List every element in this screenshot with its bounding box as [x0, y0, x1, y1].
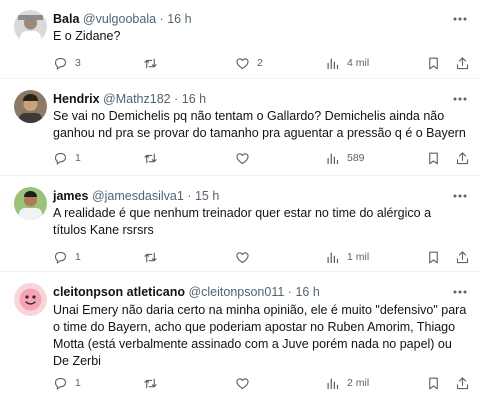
- tweet-text: A realidade é que nenhum treinador quer …: [53, 206, 432, 237]
- share-icon: [456, 376, 469, 389]
- tweet-header: Hendrix @Mathz182 · 16 h: [53, 91, 206, 107]
- retweet-button[interactable]: [143, 55, 165, 71]
- tweet[interactable]: james @jamesdasilva1 · 15 h A realidade …: [0, 177, 481, 272]
- view-count: 1 mil: [347, 251, 370, 263]
- bookmark-icon: [429, 377, 438, 389]
- reply-button[interactable]: 1: [53, 375, 81, 391]
- like-button[interactable]: [235, 150, 257, 166]
- views-icon: [327, 153, 339, 164]
- author-name[interactable]: Hendrix: [53, 92, 100, 106]
- avatar[interactable]: [14, 10, 47, 43]
- reply-icon: [54, 251, 67, 264]
- views-icon: [327, 252, 339, 263]
- view-count: 589: [347, 152, 365, 164]
- timestamp[interactable]: 16 h: [295, 285, 319, 299]
- retweet-button[interactable]: [143, 150, 165, 166]
- reply-icon: [54, 57, 67, 70]
- bookmark-icon: [429, 57, 438, 69]
- avatar[interactable]: [14, 283, 47, 316]
- reply-button[interactable]: 3: [53, 55, 81, 71]
- separator-dot: ·: [159, 12, 164, 26]
- bookmark-icon: [429, 152, 438, 164]
- bookmark-button[interactable]: [426, 375, 441, 391]
- tweet-actions: 1 1 mil: [53, 249, 473, 265]
- reply-icon: [54, 377, 67, 390]
- reply-count: 1: [75, 377, 81, 389]
- tweet-text: Unai Emery não daria certo na minha opin…: [53, 303, 467, 368]
- reply-icon: [54, 152, 67, 165]
- views-button[interactable]: 589: [325, 150, 365, 166]
- more-options-icon[interactable]: [451, 12, 469, 26]
- view-count: 2 mil: [347, 377, 370, 389]
- tweet-text: E o Zidane?: [53, 29, 121, 43]
- author-handle[interactable]: @jamesdasilva1: [92, 189, 184, 203]
- like-button[interactable]: [235, 375, 257, 391]
- retweet-icon: [144, 58, 157, 68]
- tweet-header: james @jamesdasilva1 · 15 h: [53, 188, 219, 204]
- share-button[interactable]: [455, 150, 470, 166]
- author-handle[interactable]: @Mathz182: [103, 92, 171, 106]
- view-count: 4 mil: [347, 57, 370, 69]
- reply-button[interactable]: 1: [53, 150, 81, 166]
- author-name[interactable]: Bala: [53, 12, 79, 26]
- retweet-icon: [144, 153, 157, 163]
- bookmark-button[interactable]: [426, 55, 441, 71]
- separator-dot: ·: [174, 92, 179, 106]
- reply-count: 1: [75, 152, 81, 164]
- views-icon: [327, 378, 339, 389]
- tweet[interactable]: cleitonpson atleticano @cleitonpson011 ·…: [0, 273, 481, 402]
- timestamp[interactable]: 16 h: [167, 12, 191, 26]
- like-button[interactable]: [235, 249, 257, 265]
- bookmark-button[interactable]: [426, 150, 441, 166]
- more-options-icon[interactable]: [451, 285, 469, 299]
- reply-count: 3: [75, 57, 81, 69]
- share-button[interactable]: [455, 55, 470, 71]
- share-button[interactable]: [455, 375, 470, 391]
- author-handle[interactable]: @vulgoobala: [83, 12, 156, 26]
- avatar[interactable]: [14, 90, 47, 123]
- author-name[interactable]: james: [53, 189, 88, 203]
- views-button[interactable]: 4 mil: [325, 55, 369, 71]
- separator-dot: ·: [187, 189, 192, 203]
- author-name[interactable]: cleitonpson atleticano: [53, 285, 185, 299]
- views-button[interactable]: 1 mil: [325, 249, 369, 265]
- tweet-actions: 3 2 4 mil: [53, 55, 473, 71]
- heart-icon: [236, 152, 249, 164]
- tweet[interactable]: Hendrix @Mathz182 · 16 h Se vai no Demic…: [0, 80, 481, 176]
- share-icon: [456, 151, 469, 164]
- views-icon: [327, 58, 339, 69]
- author-handle[interactable]: @cleitonpson011: [188, 285, 284, 299]
- tweet[interactable]: Bala @vulgoobala · 16 h E o Zidane? 3 2 …: [0, 0, 481, 79]
- heart-icon: [236, 251, 249, 263]
- share-icon: [456, 250, 469, 263]
- retweet-icon: [144, 378, 157, 388]
- timestamp[interactable]: 15 h: [195, 189, 219, 203]
- tweet-text: Se vai no Demichelis pq não tentam o Gal…: [53, 109, 466, 140]
- share-icon: [456, 56, 469, 69]
- timestamp[interactable]: 16 h: [182, 92, 206, 106]
- heart-icon: [236, 377, 249, 389]
- separator-dot: ·: [287, 285, 292, 299]
- bookmark-button[interactable]: [426, 249, 441, 265]
- tweet-header: cleitonpson atleticano @cleitonpson011 ·…: [53, 284, 320, 300]
- more-options-icon[interactable]: [451, 189, 469, 203]
- avatar[interactable]: [14, 187, 47, 220]
- bookmark-icon: [429, 251, 438, 263]
- views-button[interactable]: 2 mil: [325, 375, 369, 391]
- reply-button[interactable]: 1: [53, 249, 81, 265]
- heart-icon: [236, 57, 249, 69]
- like-count: 2: [257, 57, 263, 69]
- retweet-button[interactable]: [143, 249, 165, 265]
- tweet-actions: 1 589: [53, 150, 473, 166]
- reply-count: 1: [75, 251, 81, 263]
- more-options-icon[interactable]: [451, 92, 469, 106]
- share-button[interactable]: [455, 249, 470, 265]
- tweet-header: Bala @vulgoobala · 16 h: [53, 11, 192, 27]
- retweet-button[interactable]: [143, 375, 165, 391]
- like-button[interactable]: 2: [235, 55, 263, 71]
- tweet-actions: 1 2 mil: [53, 375, 473, 391]
- retweet-icon: [144, 252, 157, 262]
